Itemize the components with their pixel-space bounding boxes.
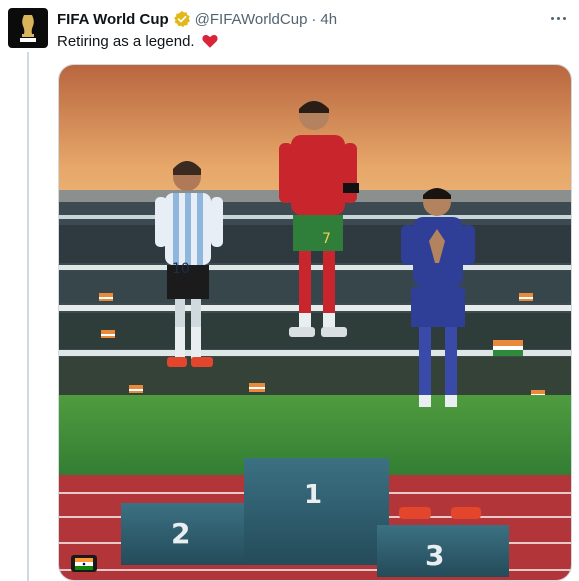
tweet-text-content: Retiring as a legend. [57,32,195,50]
more-dot [556,16,560,20]
tweet-header: FIFA World Cup @FIFAWorldCup · 4h [57,9,337,29]
more-options-button[interactable] [547,8,569,28]
tweet-text: Retiring as a legend. [57,32,219,50]
podium-number-3: 3 [425,539,444,572]
timestamp[interactable]: 4h [320,11,337,28]
more-dot [562,16,566,20]
separator-dot: · [311,10,317,28]
jersey-number-left: 10 [172,261,190,277]
india-flag-icon [75,557,93,570]
display-name[interactable]: FIFA World Cup [57,11,169,28]
handle[interactable]: @FIFAWorldCup [195,11,308,28]
red-heart-icon [202,34,218,48]
podium-illustration: 1 2 3 10 7 [59,65,571,580]
thread-line [27,52,29,581]
podium-first [244,458,389,565]
india-flag-badge [71,555,97,572]
avatar[interactable] [8,8,48,48]
podium-number-1: 1 [304,480,322,510]
fifa-world-cup-trophy-logo [20,15,36,42]
jersey-number-center: 7 [322,231,331,247]
podium-number-2: 2 [171,517,190,550]
tweet-media-image[interactable]: 1 2 3 10 7 [58,64,572,581]
verified-badge-icon[interactable] [173,10,191,28]
more-dot [550,16,554,20]
